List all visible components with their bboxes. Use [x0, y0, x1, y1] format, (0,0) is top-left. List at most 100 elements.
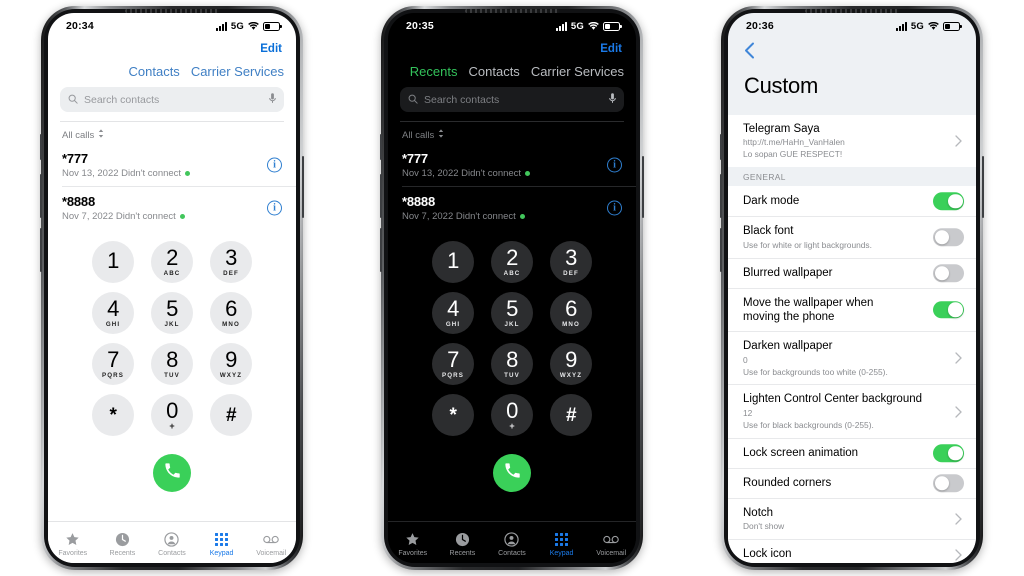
- key-4[interactable]: 4 GHI: [92, 292, 134, 334]
- key-7[interactable]: 7 PQRS: [92, 343, 134, 385]
- key-2[interactable]: 2 ABC: [491, 241, 533, 283]
- settings-row-darken-wallpaper[interactable]: Darken wallpaper 0 Use for backgrounds t…: [728, 331, 976, 385]
- key-hash[interactable]: #: [550, 394, 592, 436]
- back-button[interactable]: [728, 37, 976, 64]
- tab-contacts-bottom[interactable]: Contacts: [487, 531, 537, 557]
- key-star[interactable]: *: [92, 394, 134, 436]
- settings-row-rounded-corners[interactable]: Rounded corners: [728, 467, 976, 498]
- back-chevron-icon: [744, 42, 755, 63]
- table-row[interactable]: *777 Nov 13, 2022 Didn't connect i: [48, 144, 296, 186]
- search-bar[interactable]: Search contacts: [60, 87, 284, 112]
- key-4[interactable]: 4 GHI: [432, 292, 474, 334]
- key-6[interactable]: 6 MNO: [550, 292, 592, 334]
- tab-favorites[interactable]: Favorites: [388, 531, 438, 557]
- phone-handset-icon: [163, 461, 182, 485]
- search-input[interactable]: Search contacts: [424, 94, 603, 106]
- power-button[interactable]: [982, 156, 984, 218]
- tab-recents[interactable]: Recents: [410, 64, 458, 79]
- call-status-dot: [185, 171, 191, 176]
- key-9[interactable]: 9 WXYZ: [550, 343, 592, 385]
- edit-button[interactable]: Edit: [260, 43, 282, 55]
- table-row[interactable]: *8888 Nov 7, 2022 Didn't connect i: [62, 186, 296, 229]
- settings-row-black-font[interactable]: Black font Use for white or light backgr…: [728, 216, 976, 258]
- tab-recents-bottom[interactable]: Recents: [438, 531, 488, 557]
- settings-row-notch[interactable]: Notch Don't show: [728, 497, 976, 539]
- volume-down-button[interactable]: [380, 228, 382, 272]
- toggle-dark-mode[interactable]: [933, 192, 964, 210]
- search-input[interactable]: Search contacts: [84, 94, 263, 106]
- call-filter[interactable]: All calls: [388, 122, 636, 144]
- power-button[interactable]: [302, 156, 304, 218]
- settings-row-lighten-control-center[interactable]: Lighten Control Center background 12 Use…: [728, 384, 976, 438]
- key-star[interactable]: *: [432, 394, 474, 436]
- tab-recents[interactable]: Recents: [70, 64, 118, 79]
- info-icon[interactable]: i: [267, 200, 282, 216]
- tab-keypad-bottom[interactable]: Keypad: [197, 531, 247, 557]
- tab-keypad-bottom[interactable]: Keypad: [537, 531, 587, 557]
- call-button[interactable]: [493, 454, 531, 492]
- microphone-icon[interactable]: [609, 91, 616, 109]
- key-1[interactable]: 1: [432, 241, 474, 283]
- tab-label: Contacts: [498, 550, 526, 557]
- toggle-move-wallpaper[interactable]: [933, 301, 964, 319]
- search-bar[interactable]: Search contacts: [400, 87, 624, 112]
- volume-up-button[interactable]: [40, 174, 42, 218]
- tab-contacts[interactable]: Contacts: [129, 64, 180, 79]
- side-button[interactable]: [720, 134, 722, 160]
- key-2[interactable]: 2 ABC: [151, 241, 193, 283]
- table-row[interactable]: *777 Nov 13, 2022 Didn't connect i: [388, 144, 636, 186]
- power-button[interactable]: [642, 156, 644, 218]
- toggle-black-font[interactable]: [933, 228, 964, 247]
- side-button[interactable]: [40, 134, 42, 160]
- toggle-rounded-corners[interactable]: [933, 474, 964, 492]
- call-button[interactable]: [153, 454, 191, 492]
- settings-row-dark-mode[interactable]: Dark mode: [728, 186, 976, 217]
- microphone-icon[interactable]: [269, 91, 276, 109]
- key-7[interactable]: 7 PQRS: [432, 343, 474, 385]
- call-filter[interactable]: All calls: [48, 122, 296, 144]
- tab-carrier-services[interactable]: Carrier Services: [531, 64, 624, 79]
- key-3[interactable]: 3 DEF: [210, 241, 252, 283]
- tab-voicemail-bottom[interactable]: Voicemail: [586, 531, 636, 557]
- tab-favorites[interactable]: Favorites: [48, 531, 98, 557]
- settings-page: 20:36 5G Custom Telegram Saya http://t.m…: [728, 13, 976, 563]
- key-0[interactable]: 0 +: [151, 394, 193, 436]
- tab-voicemail-bottom[interactable]: Voicemail: [246, 531, 296, 557]
- key-5[interactable]: 5 JKL: [491, 292, 533, 334]
- key-hash[interactable]: #: [210, 394, 252, 436]
- key-3[interactable]: 3 DEF: [550, 241, 592, 283]
- key-1[interactable]: 1: [92, 241, 134, 283]
- toggle-blurred-wallpaper[interactable]: [933, 264, 964, 282]
- settings-row-lock-icon[interactable]: Lock icon: [728, 539, 976, 563]
- tab-contacts-bottom[interactable]: Contacts: [147, 531, 197, 557]
- info-icon[interactable]: i: [607, 157, 622, 173]
- info-icon[interactable]: i: [267, 157, 282, 173]
- settings-row-blurred-wallpaper[interactable]: Blurred wallpaper: [728, 257, 976, 288]
- volume-up-button[interactable]: [720, 174, 722, 218]
- key-0[interactable]: 0 +: [491, 394, 533, 436]
- key-9[interactable]: 9 WXYZ: [210, 343, 252, 385]
- key-5[interactable]: 5 JKL: [151, 292, 193, 334]
- key-6[interactable]: 6 MNO: [210, 292, 252, 334]
- info-icon[interactable]: i: [607, 200, 622, 216]
- tab-contacts[interactable]: Contacts: [469, 64, 520, 79]
- toggle-lock-screen-animation[interactable]: [933, 444, 964, 462]
- settings-list[interactable]: Telegram Saya http://t.me/HaHn_VanHalen …: [728, 115, 976, 563]
- tab-carrier-services[interactable]: Carrier Services: [191, 64, 284, 79]
- key-8[interactable]: 8 TUV: [491, 343, 533, 385]
- settings-row-lock-screen-animation[interactable]: Lock screen animation: [728, 437, 976, 468]
- table-row[interactable]: *8888 Nov 7, 2022 Didn't connect i: [402, 186, 636, 229]
- settings-row-move-wallpaper[interactable]: Move the wallpaper when moving the phone: [728, 287, 976, 332]
- status-bar: 20:35 5G: [388, 13, 636, 37]
- volume-down-button[interactable]: [720, 228, 722, 272]
- tab-label: Favorites: [58, 550, 88, 557]
- edit-button[interactable]: Edit: [600, 43, 622, 55]
- volume-down-button[interactable]: [40, 228, 42, 272]
- side-button[interactable]: [380, 134, 382, 160]
- key-8[interactable]: 8 TUV: [151, 343, 193, 385]
- settings-row-telegram[interactable]: Telegram Saya http://t.me/HaHn_VanHalen …: [728, 115, 976, 168]
- tab-recents-bottom[interactable]: Recents: [98, 531, 148, 557]
- call-status-dot: [525, 171, 531, 176]
- volume-up-button[interactable]: [380, 174, 382, 218]
- tab-label: Favorites: [398, 550, 428, 557]
